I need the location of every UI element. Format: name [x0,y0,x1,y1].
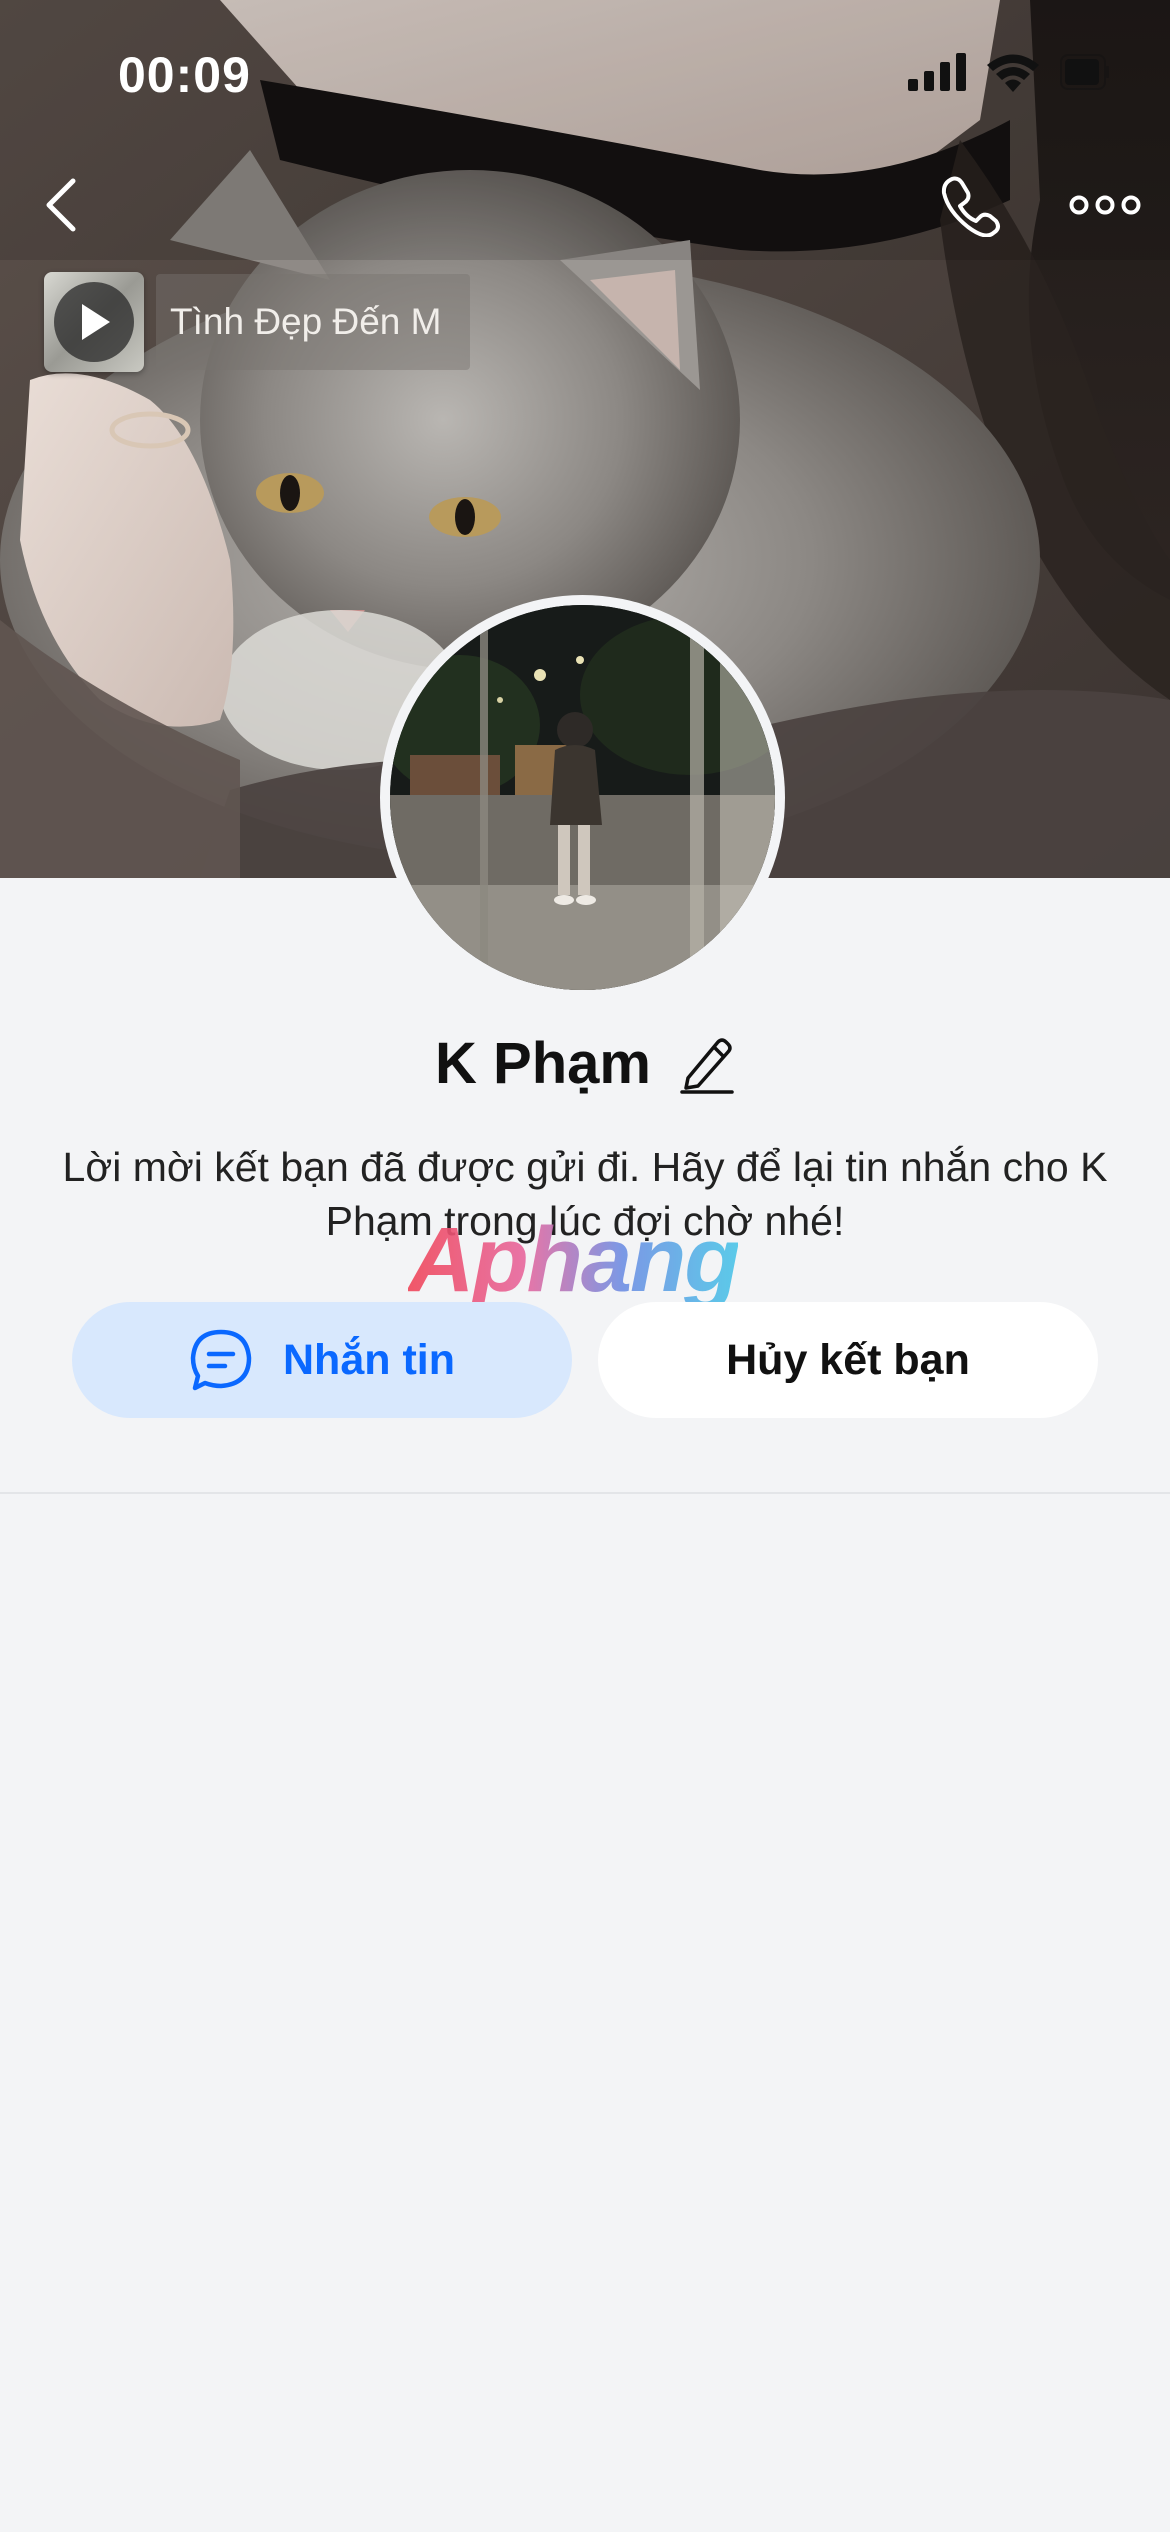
phone-icon [941,176,1000,237]
more-icon [1069,195,1141,215]
chat-icon [189,1328,253,1392]
call-button[interactable] [935,170,1005,240]
watermark-logo: Aphang [408,1209,739,1311]
section-divider [0,1492,1170,1494]
status-bar: 00:09 [0,0,1170,150]
profile-page: 00:09 Tình Đẹp Đến M K Phạm Lời mời kết … [0,0,1170,2532]
profile-music[interactable]: Tình Đẹp Đến M [44,272,470,372]
unfriend-button-label: Hủy kết bạn [726,1335,970,1384]
pencil-icon [680,1037,734,1094]
avatar[interactable] [380,595,785,1000]
chevron-left-icon [46,178,76,232]
name-row: K Phạm [0,1030,1170,1097]
back-button[interactable] [30,170,90,240]
unfriend-button[interactable]: Hủy kết bạn [598,1302,1098,1418]
message-button[interactable]: Nhắn tin [72,1302,572,1418]
more-button[interactable] [1060,170,1150,240]
avatar-image [390,605,775,990]
status-time: 00:09 [118,47,251,103]
music-title: Tình Đẹp Đến M [170,301,442,342]
status-icons [908,52,1110,96]
message-button-label: Nhắn tin [283,1335,455,1384]
play-icon [82,304,110,340]
profile-name: K Phạm [435,1031,651,1096]
play-button[interactable] [54,282,134,362]
wifi-icon [986,52,1040,97]
music-thumbnail[interactable] [44,272,144,372]
edit-name-button[interactable] [677,1033,735,1095]
music-title-box[interactable]: Tình Đẹp Đến M [156,274,470,370]
battery-icon [1060,52,1110,97]
signal-icon [908,52,966,96]
